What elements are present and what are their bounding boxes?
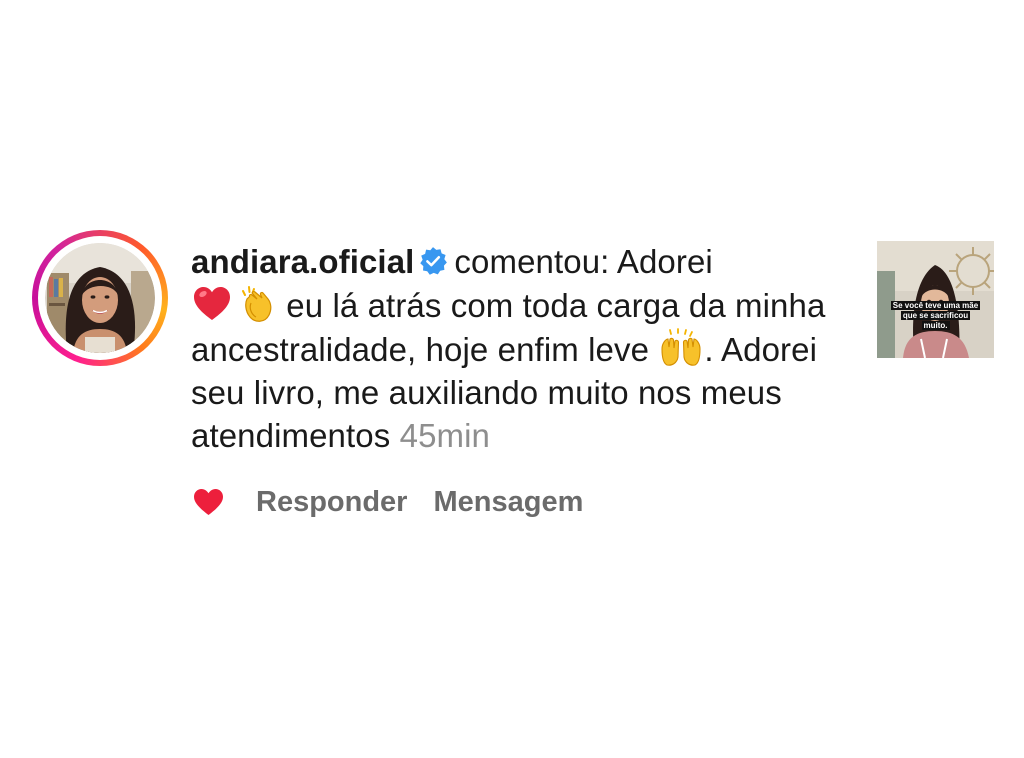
verified-badge-icon: [420, 247, 448, 275]
avatar-inner: [38, 236, 162, 360]
profile-avatar-ring[interactable]: [32, 230, 168, 366]
reply-button[interactable]: Responder: [256, 486, 407, 519]
post-thumbnail-caption: Se você teve uma mãe que se sacrificou m…: [877, 301, 994, 331]
timestamp: 45min: [399, 417, 491, 454]
notification-comment: andiara.oficial comentou: Adorei eu lá a…: [191, 240, 851, 457]
raised-hands-emoji-icon: [661, 328, 701, 366]
caption-line-2: que se sacrificou: [900, 311, 971, 320]
caption-line-3: muito.: [921, 321, 950, 330]
comment-actions: Responder Mensagem: [193, 484, 609, 520]
comment-prefix: comentou: Adorei: [454, 243, 713, 280]
post-thumbnail-image: [877, 241, 994, 358]
avatar[interactable]: [45, 243, 155, 353]
heart-icon[interactable]: [193, 488, 224, 516]
clapping-hands-emoji-icon: [242, 286, 272, 322]
caption-line-1: Se você teve uma mãe: [890, 301, 981, 310]
message-button[interactable]: Mensagem: [433, 486, 583, 519]
username[interactable]: andiara.oficial: [191, 243, 414, 280]
heart-emoji-icon: [194, 287, 230, 320]
post-thumbnail[interactable]: Se você teve uma mãe que se sacrificou m…: [877, 241, 994, 358]
